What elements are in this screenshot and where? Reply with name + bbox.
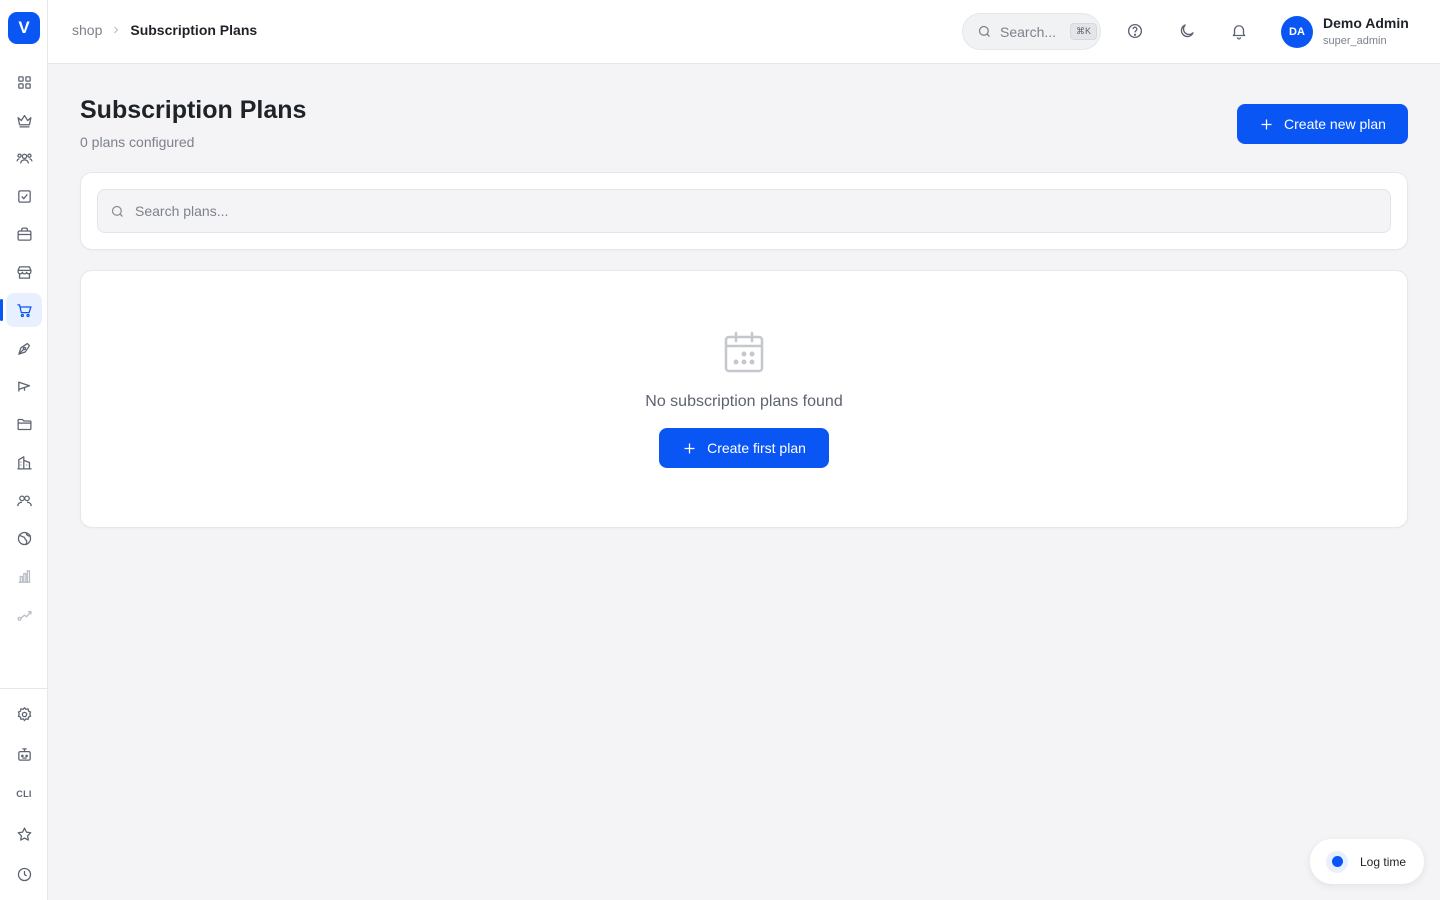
globe-icon bbox=[17, 531, 31, 545]
sidebar-item-users[interactable] bbox=[6, 141, 42, 175]
create-new-plan-button[interactable]: Create new plan bbox=[1237, 104, 1408, 144]
clock-icon bbox=[17, 867, 31, 881]
timer-icon bbox=[1326, 850, 1348, 873]
search-icon bbox=[111, 205, 123, 217]
notifications-button[interactable] bbox=[1228, 20, 1250, 42]
avatar[interactable]: DA bbox=[1281, 16, 1313, 48]
sidebar-item-favorites[interactable] bbox=[6, 817, 42, 851]
sidebar-item-tasks[interactable] bbox=[6, 179, 42, 213]
search-shortcut: ⌘K bbox=[1070, 23, 1098, 40]
sidebar-item-marketing[interactable] bbox=[6, 369, 42, 403]
sidebar-item-team[interactable] bbox=[6, 483, 42, 517]
theme-toggle-button[interactable] bbox=[1176, 20, 1198, 42]
team-icon bbox=[16, 494, 32, 506]
sidebar-item-bot[interactable] bbox=[6, 737, 42, 771]
sidebar-item-analytics[interactable] bbox=[6, 559, 42, 593]
bar-chart-icon bbox=[18, 569, 30, 583]
pen-icon bbox=[17, 342, 30, 355]
sidebar-item-store[interactable] bbox=[6, 255, 42, 289]
sidebar-item-dashboard[interactable] bbox=[6, 65, 42, 99]
sidebar-divider bbox=[0, 688, 47, 689]
breadcrumb-current: Subscription Plans bbox=[130, 22, 258, 38]
create-first-plan-button[interactable]: Create first plan bbox=[659, 428, 829, 468]
empty-state-message: No subscription plans found bbox=[645, 393, 843, 410]
avatar-initials: DA bbox=[1289, 26, 1305, 38]
breadcrumb: shop Subscription Plans bbox=[72, 22, 257, 38]
sidebar-item-plans[interactable] bbox=[6, 103, 42, 137]
sidebar-item-files[interactable] bbox=[6, 407, 42, 441]
global-search-button[interactable]: Search... ⌘K bbox=[962, 13, 1101, 50]
log-time-button[interactable]: Log time bbox=[1310, 839, 1424, 884]
log-time-label: Log time bbox=[1360, 854, 1407, 869]
star-icon bbox=[17, 826, 31, 841]
checkbox-icon bbox=[17, 189, 31, 203]
app-logo[interactable]: V bbox=[8, 12, 40, 44]
moon-icon bbox=[1180, 24, 1194, 38]
sidebar-item-company[interactable] bbox=[6, 445, 42, 479]
trend-icon bbox=[16, 610, 32, 621]
briefcase-icon bbox=[16, 226, 32, 241]
gear-icon bbox=[17, 706, 31, 721]
sidebar-item-settings[interactable] bbox=[6, 697, 42, 731]
search-card bbox=[80, 172, 1408, 250]
breadcrumb-parent[interactable]: shop bbox=[72, 22, 102, 38]
sidebar-item-cli[interactable]: CLI bbox=[6, 777, 42, 811]
plans-search-input[interactable] bbox=[135, 203, 1335, 219]
create-new-plan-label: Create new plan bbox=[1284, 116, 1386, 132]
top-bar: shop Subscription Plans Search... ⌘K DA … bbox=[48, 0, 1440, 64]
sidebar-item-design[interactable] bbox=[6, 331, 42, 365]
sidebar-item-trends[interactable] bbox=[6, 597, 42, 631]
sidebar: V CLI bbox=[0, 0, 48, 900]
cart-icon bbox=[16, 303, 32, 317]
sidebar-item-shop[interactable] bbox=[0, 293, 42, 327]
users-icon bbox=[15, 152, 33, 164]
page-title: Subscription Plans bbox=[80, 96, 307, 124]
create-first-plan-label: Create first plan bbox=[707, 440, 806, 456]
crown-icon bbox=[16, 114, 32, 128]
sidebar-item-products[interactable] bbox=[6, 217, 42, 251]
empty-state-card: No subscription plans found Create first… bbox=[80, 270, 1408, 528]
plus-icon bbox=[1261, 119, 1272, 129]
sidebar-item-web[interactable] bbox=[6, 521, 42, 555]
building-icon bbox=[16, 455, 32, 470]
help-button[interactable] bbox=[1124, 20, 1146, 42]
global-search-placeholder: Search... bbox=[1000, 23, 1057, 40]
chevron-right-icon bbox=[114, 26, 119, 34]
plus-icon bbox=[684, 443, 695, 453]
store-icon bbox=[16, 265, 32, 279]
help-icon bbox=[1127, 23, 1143, 39]
grid-icon bbox=[17, 75, 31, 89]
sidebar-item-history[interactable] bbox=[6, 857, 42, 891]
page-subtitle: 0 plans configured bbox=[80, 134, 195, 150]
megaphone-icon bbox=[17, 381, 30, 391]
cli-label: CLI bbox=[16, 789, 32, 799]
folder-icon bbox=[16, 418, 32, 430]
bell-icon bbox=[1232, 25, 1246, 40]
calendar-icon bbox=[724, 331, 764, 373]
logo-letter: V bbox=[18, 18, 30, 37]
robot-icon bbox=[17, 747, 31, 761]
user-name[interactable]: Demo Admin bbox=[1323, 15, 1409, 31]
search-icon bbox=[978, 25, 990, 37]
user-role: super_admin bbox=[1323, 35, 1387, 47]
plans-search-field[interactable] bbox=[97, 189, 1391, 233]
